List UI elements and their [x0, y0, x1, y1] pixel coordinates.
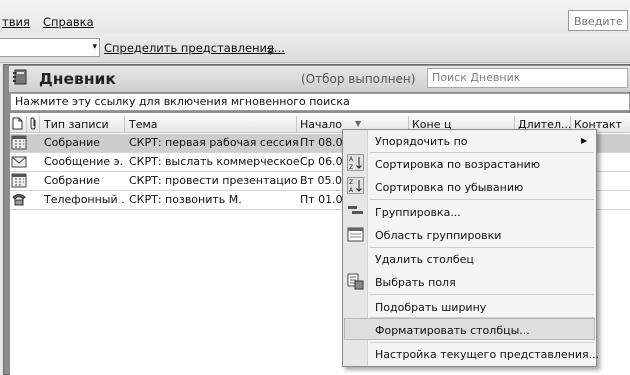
menu-item-sort-descending[interactable]: Сортировка по убыванию — [375, 181, 523, 194]
menu-separator — [370, 152, 594, 153]
group-area-icon — [347, 226, 364, 243]
column-separator — [296, 116, 297, 132]
menu-item-arrange-by[interactable]: Упорядочить по — [375, 135, 468, 148]
journal-icon — [12, 69, 28, 85]
menu-item-format-columns[interactable]: Форматировать столбцы... — [375, 324, 530, 337]
journal-search-input[interactable]: Поиск Дневник — [427, 68, 628, 88]
submenu-arrow-icon: ▶ — [581, 136, 588, 145]
menu-separator — [370, 294, 594, 295]
row-start: Ср 06.09 — [300, 155, 345, 168]
menu-item-customize-view[interactable]: Настройка текущего представления... — [375, 348, 599, 361]
row-type: Сообщение э... — [44, 155, 124, 168]
column-header-start[interactable]: Начало — [300, 118, 342, 131]
folder-title: Дневник — [39, 70, 116, 88]
field-chooser-icon — [347, 273, 364, 290]
email-icon — [11, 154, 27, 169]
sort-descending-icon: ZA — [347, 177, 364, 194]
column-separator — [39, 116, 40, 132]
instant-search-link[interactable]: Нажмите эту ссылку для включения мгновен… — [10, 93, 630, 111]
row-subject: СКРТ: первая рабочая сессия — [129, 136, 299, 149]
menu-separator — [370, 247, 594, 248]
phone-call-icon — [11, 192, 27, 207]
row-subject: СКРТ: выслать коммерческое ... — [129, 155, 299, 168]
menu-actions-label: твия — [2, 15, 30, 29]
meeting-icon — [11, 135, 27, 150]
menu-separator — [370, 199, 594, 200]
row-type: Собрание — [44, 136, 101, 149]
sort-ascending-icon: AZ — [347, 154, 364, 171]
column-header-subject[interactable]: Тема — [129, 118, 158, 131]
row-start: Вт 05.09 — [300, 174, 345, 187]
toolbar-options-glyph — [267, 48, 274, 55]
help-search-placeholder: Введите в — [574, 15, 628, 28]
current-view-dropdown[interactable]: ▾ — [0, 38, 100, 57]
menu-item-field-chooser[interactable]: Выбрать поля — [375, 276, 456, 289]
instant-search-hint: Нажмите эту ссылку для включения мгновен… — [15, 95, 350, 108]
journal-search-placeholder: Поиск Дневник — [432, 71, 521, 84]
menu-separator — [370, 342, 594, 343]
svg-text:Z: Z — [349, 164, 353, 171]
svg-text:Z: Z — [349, 179, 353, 186]
menu-item-remove-column[interactable]: Удалить столбец — [375, 253, 474, 266]
row-start: Пт 01.09 — [300, 193, 345, 206]
menu-item-group-by[interactable]: Группировка... — [375, 206, 461, 219]
define-views-label: Спределить представления... — [104, 41, 285, 55]
menu-separator — [370, 317, 594, 318]
row-type: Телефонный ... — [44, 193, 124, 206]
row-start: Пт 08.09 — [300, 136, 345, 149]
document-column-icon[interactable] — [12, 117, 23, 133]
group-by-icon — [347, 202, 364, 219]
column-separator — [26, 116, 27, 132]
menu-item-group-area[interactable]: Область группировки — [375, 229, 501, 242]
toolbar-options-icon[interactable] — [266, 43, 275, 57]
sort-indicator-icon: ▼ — [355, 119, 362, 128]
row-subject: СКРТ: позвонить М. — [129, 193, 242, 206]
column-separator — [124, 116, 125, 132]
menu-item-best-fit[interactable]: Подобрать ширину — [375, 301, 486, 314]
attachment-column-icon[interactable] — [29, 117, 38, 133]
menu-item-sort-ascending[interactable]: Сортировка по возрастанию — [375, 158, 540, 171]
row-type: Собрание — [44, 174, 101, 187]
column-header-type[interactable]: Тип записи — [44, 118, 109, 131]
meeting-icon — [11, 173, 27, 188]
menu-help-label: Справка — [43, 15, 94, 29]
menu-actions[interactable]: твия — [2, 15, 30, 29]
filter-status: (Отбор выполнен) — [301, 72, 416, 86]
chevron-down-icon: ▾ — [92, 42, 97, 52]
menu-help[interactable]: Справка — [43, 15, 94, 29]
help-search-input[interactable]: Введите в — [568, 10, 628, 31]
row-subject: СКРТ: провести презентацио — [129, 174, 298, 187]
define-views-button[interactable]: Спределить представления... — [104, 41, 285, 55]
